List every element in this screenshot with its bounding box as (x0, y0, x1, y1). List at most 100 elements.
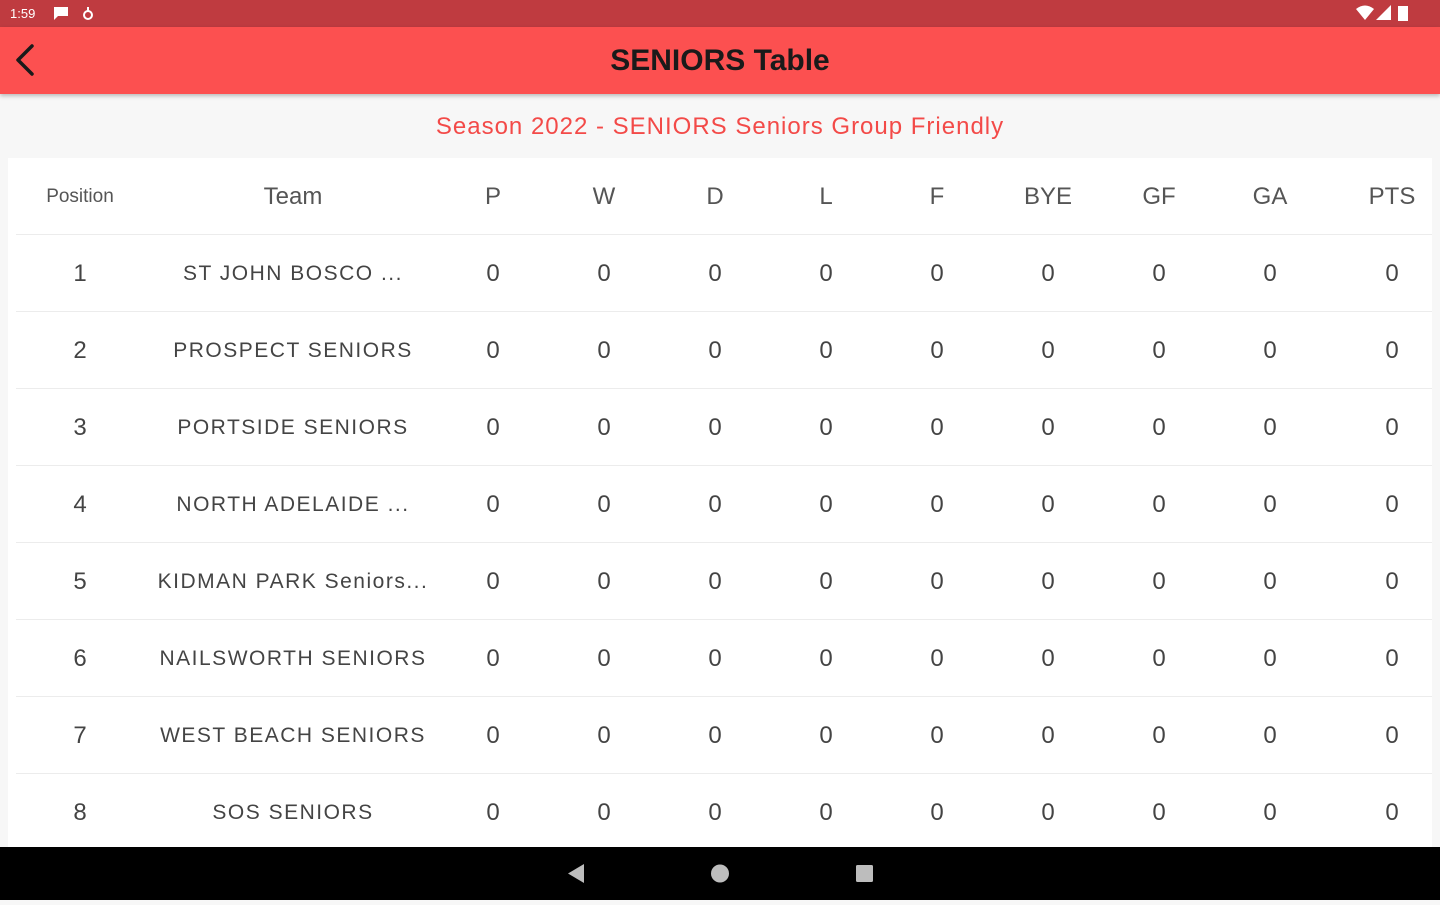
cell-w: 0 (597, 722, 611, 749)
cell-position: 2 (73, 337, 87, 364)
cell-gf: 0 (1152, 337, 1166, 364)
cell-w: 0 (597, 645, 611, 672)
cell-l: 0 (819, 414, 833, 441)
cell-pts: 0 (1385, 491, 1399, 518)
cell-f: 0 (930, 414, 944, 441)
cell-bye: 0 (1041, 337, 1055, 364)
column-header-f: F (929, 183, 945, 210)
table-row[interactable]: 5 KIDMAN PARK Seniors... 0 0 0 0 0 0 0 0 0 (8, 543, 1432, 620)
cell-l: 0 (819, 645, 833, 672)
cell-pts: 0 (1385, 722, 1399, 749)
cell-position: 5 (73, 568, 87, 595)
cell-w: 0 (597, 491, 611, 518)
cell-position: 4 (73, 491, 87, 518)
cell-p: 0 (486, 645, 500, 672)
cell-gf: 0 (1152, 414, 1166, 441)
cell-p: 0 (486, 722, 500, 749)
cell-position: 1 (73, 260, 87, 287)
cell-f: 0 (930, 722, 944, 749)
wifi-icon (1356, 5, 1374, 24)
cell-ga: 0 (1263, 645, 1277, 672)
cell-f: 0 (930, 568, 944, 595)
cell-ga: 0 (1263, 491, 1277, 518)
cell-ga: 0 (1263, 722, 1277, 749)
system-nav-bar (0, 847, 1440, 900)
cell-bye: 0 (1041, 645, 1055, 672)
cell-d: 0 (708, 645, 722, 672)
cell-pts: 0 (1385, 260, 1399, 287)
nav-recents-icon (856, 865, 873, 882)
cell-p: 0 (486, 491, 500, 518)
cell-position: 7 (73, 722, 87, 749)
season-subtitle: Season 2022 - SENIORS Seniors Group Frie… (435, 113, 1005, 140)
cell-w: 0 (597, 568, 611, 595)
nav-back-button[interactable] (546, 847, 606, 900)
column-header-bye: BYE (1023, 183, 1073, 210)
cell-team: WEST BEACH SENIORS (160, 724, 426, 747)
cell-l: 0 (819, 568, 833, 595)
cell-bye: 0 (1041, 414, 1055, 441)
app-bar: SENIORS Table (0, 27, 1440, 94)
cell-position: 8 (73, 799, 87, 826)
table-row[interactable]: 8 SOS SENIORS 0 0 0 0 0 0 0 0 0 (8, 774, 1432, 847)
cell-f: 0 (930, 799, 944, 826)
cell-p: 0 (486, 260, 500, 287)
cell-p: 0 (486, 799, 500, 826)
nav-home-button[interactable] (690, 847, 750, 900)
cell-team: NORTH ADELAIDE ... (176, 493, 410, 516)
table-row[interactable]: 3 PORTSIDE SENIORS 0 0 0 0 0 0 0 0 0 (8, 389, 1432, 466)
cell-ga: 0 (1263, 337, 1277, 364)
cell-w: 0 (597, 799, 611, 826)
cell-w: 0 (597, 260, 611, 287)
column-header-gf: GF (1142, 183, 1176, 210)
status-bar: 1:59 (0, 0, 1440, 27)
cell-bye: 0 (1041, 568, 1055, 595)
table-row[interactable]: 2 PROSPECT SENIORS 0 0 0 0 0 0 0 0 0 (8, 312, 1432, 389)
cell-l: 0 (819, 799, 833, 826)
cell-gf: 0 (1152, 722, 1166, 749)
cell-pts: 0 (1385, 414, 1399, 441)
message-notification-icon (52, 5, 70, 24)
table-header: Position Team P W D L F BYE GF GA PTS (8, 158, 1432, 235)
column-header-p: P (484, 183, 501, 210)
cell-ga: 0 (1263, 260, 1277, 287)
nav-back-icon (568, 864, 584, 883)
cell-pts: 0 (1385, 337, 1399, 364)
cell-team: PROSPECT SENIORS (173, 339, 413, 362)
cell-team: NAILSWORTH SENIORS (159, 647, 427, 670)
table-row[interactable]: 4 NORTH ADELAIDE ... 0 0 0 0 0 0 0 0 0 (8, 466, 1432, 543)
cell-d: 0 (708, 722, 722, 749)
cell-d: 0 (708, 799, 722, 826)
table-row[interactable]: 1 ST JOHN BOSCO ... 0 0 0 0 0 0 0 0 0 (8, 235, 1432, 312)
cell-w: 0 (597, 414, 611, 441)
cell-gf: 0 (1152, 645, 1166, 672)
battery-icon (1398, 5, 1408, 24)
cell-l: 0 (819, 337, 833, 364)
cell-l: 0 (819, 491, 833, 518)
cell-d: 0 (708, 568, 722, 595)
cell-d: 0 (708, 260, 722, 287)
cell-bye: 0 (1041, 722, 1055, 749)
cell-p: 0 (486, 568, 500, 595)
cell-ga: 0 (1263, 414, 1277, 441)
column-header-d: D (706, 183, 724, 210)
column-header-ga: GA (1252, 183, 1288, 210)
table-row[interactable]: 7 WEST BEACH SENIORS 0 0 0 0 0 0 0 0 0 (8, 697, 1432, 774)
nav-recents-button[interactable] (834, 847, 894, 900)
signal-icon (1376, 5, 1392, 24)
column-header-team: Team (263, 183, 323, 210)
column-header-pts: PTS (1368, 183, 1416, 210)
column-header-l: L (819, 183, 833, 210)
cell-d: 0 (708, 337, 722, 364)
table-row[interactable]: 6 NAILSWORTH SENIORS 0 0 0 0 0 0 0 0 0 (8, 620, 1432, 697)
cell-team: SOS SENIORS (212, 801, 374, 824)
cell-l: 0 (819, 260, 833, 287)
cell-position: 3 (73, 414, 87, 441)
cell-bye: 0 (1041, 799, 1055, 826)
cell-bye: 0 (1041, 491, 1055, 518)
cell-pts: 0 (1385, 645, 1399, 672)
cell-bye: 0 (1041, 260, 1055, 287)
cell-team: KIDMAN PARK Seniors... (157, 570, 429, 593)
cell-w: 0 (597, 337, 611, 364)
cell-pts: 0 (1385, 799, 1399, 826)
